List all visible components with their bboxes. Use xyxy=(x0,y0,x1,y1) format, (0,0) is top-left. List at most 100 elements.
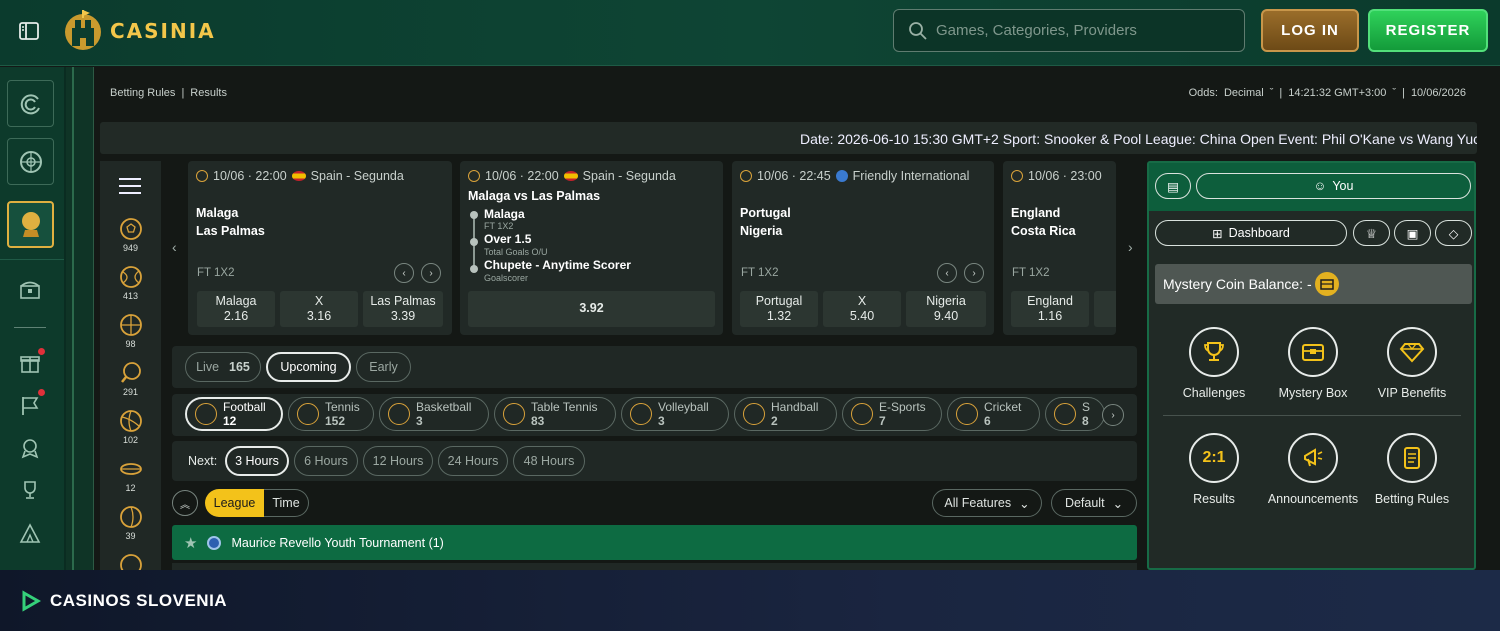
carousel-next-icon[interactable]: › xyxy=(1128,239,1133,255)
next-12-hours[interactable]: 12 Hours xyxy=(363,446,433,476)
sport-filter-football[interactable]: Football 12 xyxy=(185,397,283,431)
vip-tab[interactable]: ◇ xyxy=(1435,220,1472,246)
next-6-hours[interactable]: 6 Hours xyxy=(294,446,358,476)
star-icon[interactable]: ★ xyxy=(184,534,197,552)
play-logo-icon xyxy=(22,589,42,612)
treasure-chest-icon[interactable] xyxy=(18,278,42,302)
sport-filter-snooker[interactable]: S8 xyxy=(1045,397,1105,431)
you-button[interactable]: ☺ You xyxy=(1196,173,1471,199)
sport-filter-volleyball[interactable]: Volleyball 3 xyxy=(621,397,729,431)
gamepad-icon xyxy=(851,403,873,425)
sidebar-toggle-icon[interactable] xyxy=(18,20,40,42)
filter-early[interactable]: Early xyxy=(356,352,411,382)
sport-filter-cricket[interactable]: Cricket 6 xyxy=(947,397,1040,431)
features-dropdown[interactable]: All Features ⌄ xyxy=(932,489,1042,517)
betting-rules-tile[interactable]: Betting Rules xyxy=(1367,433,1457,506)
badge-icon[interactable] xyxy=(18,436,42,460)
tennis-icon xyxy=(119,265,143,289)
odds-button[interactable] xyxy=(1094,291,1116,327)
login-button[interactable]: LOG IN xyxy=(1261,9,1359,52)
sport-filter-tennis[interactable]: Tennis 152 xyxy=(288,397,374,431)
chevron-right-icon[interactable]: › xyxy=(421,263,441,283)
carousel-prev-icon[interactable]: ‹ xyxy=(172,239,177,255)
sport-filter-table-tennis[interactable]: Table Tennis 83 xyxy=(494,397,616,431)
breadcrumb-betting-rules[interactable]: Betting Rules xyxy=(110,87,175,99)
filter-upcoming[interactable]: Upcoming xyxy=(266,352,351,382)
sport-filter-basketball[interactable]: Basketball 3 xyxy=(379,397,489,431)
sport-football[interactable]: 949 xyxy=(100,217,161,253)
match-card[interactable]: 10/06 · 23:00 England Costa Rica FT 1X2 … xyxy=(1003,161,1116,335)
coin-icon xyxy=(1314,272,1339,296)
cricket-icon xyxy=(956,403,978,425)
odds-button[interactable]: Malaga 2.16 xyxy=(197,291,275,327)
mystery-box-tab[interactable]: ▣ xyxy=(1394,220,1431,246)
tent-icon[interactable] xyxy=(18,521,42,545)
collapse-all-icon[interactable]: ︽ xyxy=(172,490,198,516)
challenges-tile[interactable]: Challenges xyxy=(1169,327,1259,400)
sport-filter-handball[interactable]: Handball 2 xyxy=(734,397,837,431)
sport-ice-hockey[interactable]: 12 xyxy=(100,457,161,493)
chevron-right-icon[interactable]: › xyxy=(964,263,984,283)
grid-icon: ⊞ xyxy=(1212,226,1223,241)
breadcrumb: Betting Rules | Results xyxy=(110,87,227,99)
search-input[interactable] xyxy=(936,22,1236,39)
hamburger-menu-icon[interactable] xyxy=(119,178,141,194)
match-title: Malaga vs Las Palmas xyxy=(468,189,601,203)
odds-format-select[interactable]: Decimal xyxy=(1224,87,1264,99)
results-tile[interactable]: 2:1 Results xyxy=(1169,433,1259,506)
odds-button[interactable]: X 5.40 xyxy=(823,291,901,327)
race-flag-icon[interactable] xyxy=(18,393,42,417)
sport-volleyball[interactable]: 102 xyxy=(100,409,161,445)
sport-table-tennis[interactable]: 291 xyxy=(100,361,161,397)
sport-filter-next-icon[interactable]: › xyxy=(1102,404,1124,426)
gift-icon[interactable] xyxy=(18,351,42,375)
league-row[interactable]: ★ Maurice Revello Youth Tournament (1) xyxy=(172,525,1137,560)
filter-live[interactable]: Live 165 xyxy=(185,352,261,382)
rail-live-casino-button[interactable] xyxy=(7,138,54,185)
odds-label: Odds: xyxy=(1188,87,1218,99)
top-bar: CASINIA LOG IN REGISTER xyxy=(0,0,1500,66)
mystery-box-tile[interactable]: Mystery Box xyxy=(1268,327,1358,400)
footer-banner: CASINOS SLOVENIA xyxy=(0,570,1500,631)
bet-builder-card[interactable]: 10/06 · 22:00 Spain - Segunda Malaga vs L… xyxy=(460,161,723,335)
away-team: Las Palmas xyxy=(196,224,265,238)
away-team: Nigeria xyxy=(740,224,783,238)
announcements-tile[interactable]: Announcements xyxy=(1261,433,1365,506)
chevron-left-icon[interactable]: ‹ xyxy=(394,263,414,283)
world-cup-icon xyxy=(207,535,222,550)
odds-button[interactable]: England 1.16 xyxy=(1011,291,1089,327)
odds-button[interactable]: X 3.16 xyxy=(280,291,358,327)
sort-by-league-button[interactable]: League xyxy=(205,489,264,517)
sport-basketball[interactable]: 98 xyxy=(100,313,161,349)
rail-casino-button[interactable] xyxy=(7,80,54,127)
sport-tennis[interactable]: 413 xyxy=(100,265,161,301)
trophy-icon[interactable] xyxy=(18,478,42,502)
brand-logo[interactable]: CASINIA xyxy=(62,8,216,54)
chevron-left-icon[interactable]: ‹ xyxy=(937,263,957,283)
sport-filter-esports[interactable]: E-Sports 7 xyxy=(842,397,942,431)
next-24-hours[interactable]: 24 Hours xyxy=(438,446,508,476)
dashboard-button[interactable]: ⊞ Dashboard xyxy=(1155,220,1347,246)
next-3-hours[interactable]: 3 Hours xyxy=(225,446,289,476)
challenges-tab[interactable]: ♕ xyxy=(1353,220,1390,246)
match-card[interactable]: 10/06 · 22:45 Friendly International Port… xyxy=(732,161,994,335)
odds-button[interactable]: Nigeria 9.40 xyxy=(906,291,986,327)
sport-volleyball-2[interactable]: 39 xyxy=(100,505,161,541)
account-panel-header: ▤ ☺ You xyxy=(1149,163,1474,211)
odds-button[interactable]: Portugal 1.32 xyxy=(740,291,818,327)
rail-sports-button[interactable] xyxy=(7,201,54,248)
register-button[interactable]: REGISTER xyxy=(1368,9,1488,52)
diamond-icon: ◇ xyxy=(1448,226,1459,241)
sort-dropdown[interactable]: Default ⌄ xyxy=(1051,489,1137,517)
betslip-button[interactable]: ▤ xyxy=(1155,173,1191,199)
castle-logo-icon xyxy=(65,10,101,50)
left-rail xyxy=(0,67,66,570)
match-card[interactable]: 10/06 · 22:00 Spain - Segunda Malaga Las … xyxy=(188,161,452,335)
sort-by-time-button[interactable]: Time xyxy=(264,489,309,517)
search-bar[interactable] xyxy=(893,9,1245,52)
breadcrumb-results[interactable]: Results xyxy=(190,87,227,99)
next-48-hours[interactable]: 48 Hours xyxy=(513,446,585,476)
odds-button[interactable]: Las Palmas 3.39 xyxy=(363,291,443,327)
vip-benefits-tile[interactable]: VIP Benefits xyxy=(1367,327,1457,400)
bet-builder-odds-button[interactable]: 3.92 xyxy=(468,291,715,327)
